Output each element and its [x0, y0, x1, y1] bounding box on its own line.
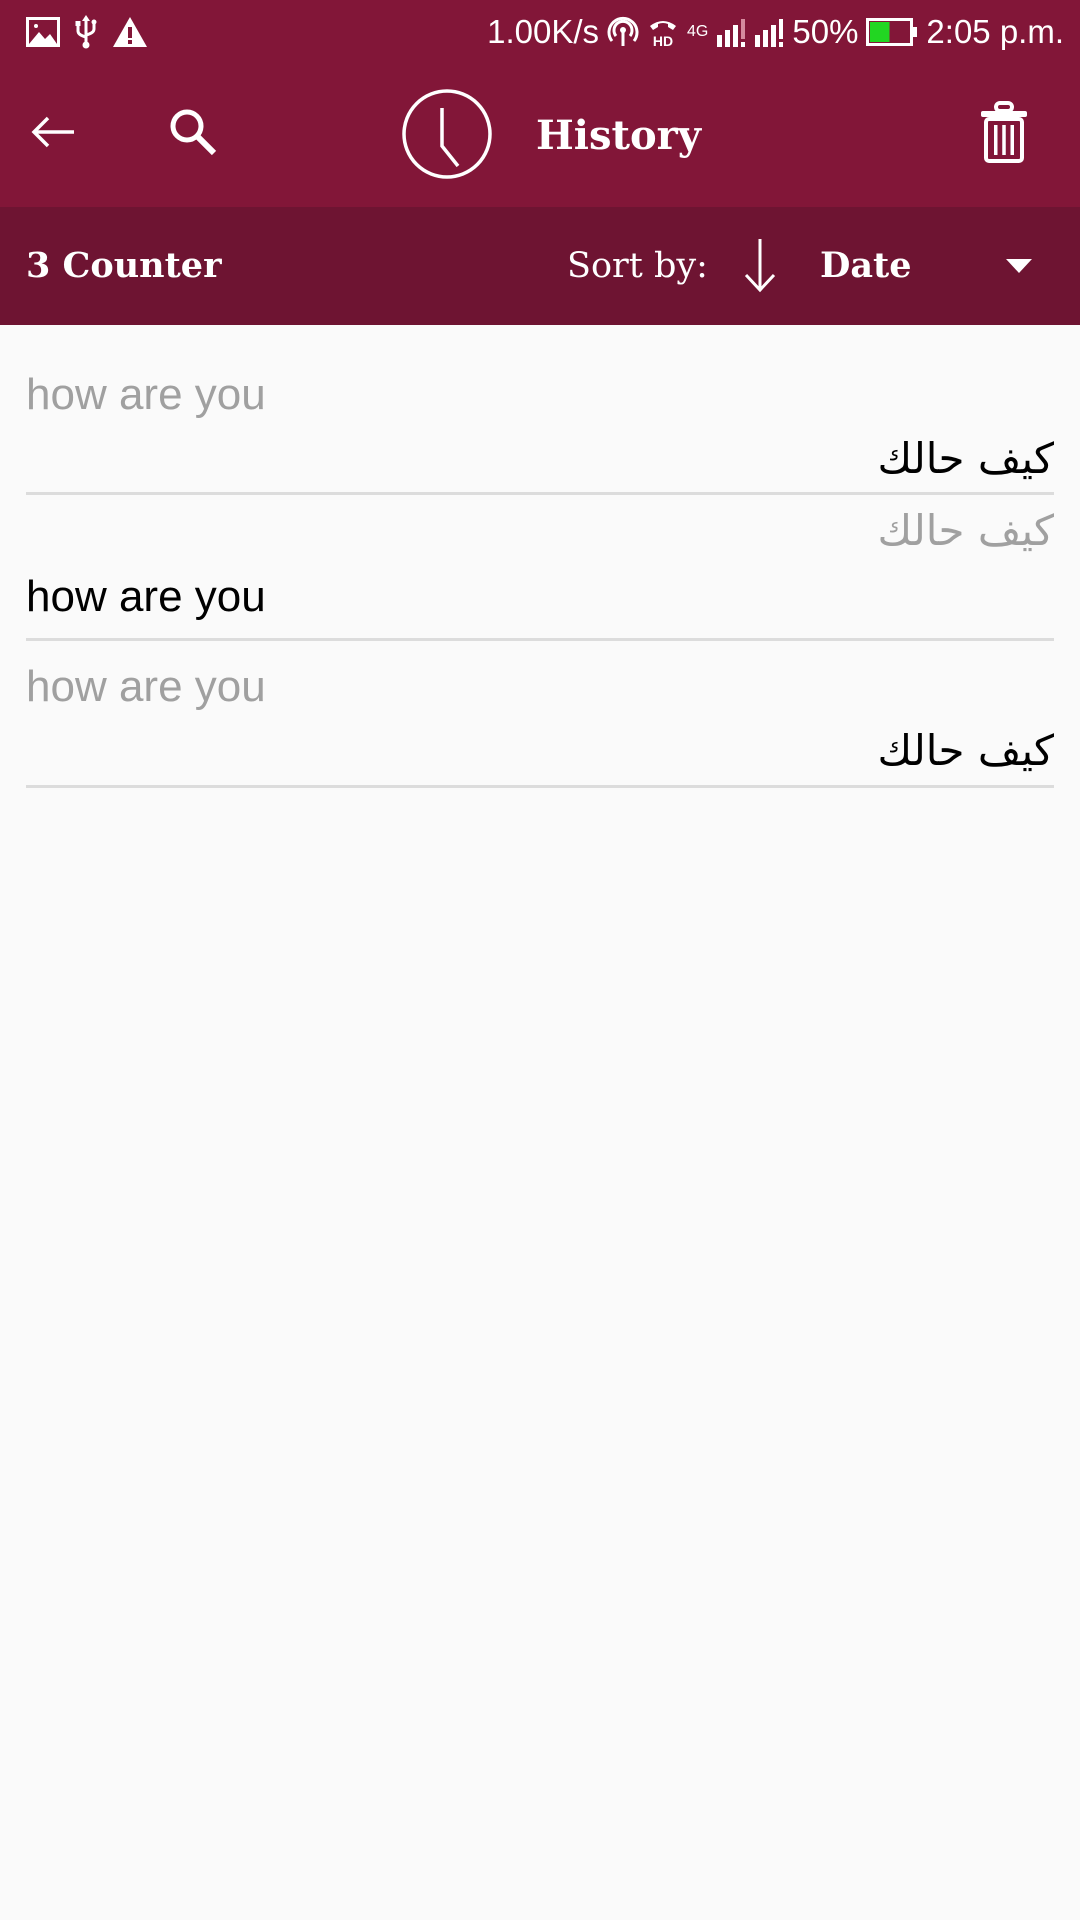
arrow-down-icon: [735, 239, 785, 299]
sim1-signal-icon: [716, 17, 746, 47]
history-item-translation: how are you: [26, 572, 266, 621]
history-item-source: how are you: [26, 662, 266, 711]
sort-bar: 3 Counter Sort by: Date: [0, 207, 1080, 325]
notification-icons: [26, 14, 148, 50]
trash-icon: [979, 100, 1029, 168]
usb-icon: [74, 15, 98, 49]
battery-icon: [866, 18, 918, 46]
sort-selected-value: Date: [820, 245, 912, 286]
history-item[interactable]: how are you كيف حالك: [26, 641, 1054, 788]
clock-icon: [401, 88, 493, 180]
clock-time: 2:05 p.m.: [926, 13, 1064, 50]
arrow-left-icon: [30, 114, 78, 155]
network-type: 4G: [687, 23, 709, 40]
search-button[interactable]: [157, 98, 229, 170]
hd-voice-icon: HD: [647, 16, 679, 48]
delete-history-button[interactable]: [968, 98, 1040, 170]
dropdown-caret-icon: [1006, 259, 1032, 273]
back-button[interactable]: [18, 98, 90, 170]
history-list: how are you كيف حالك كيف حالك how are yo…: [26, 325, 1054, 788]
history-item-source: كيف حالك: [877, 506, 1054, 555]
sort-by-dropdown[interactable]: Date: [805, 235, 1045, 297]
search-icon: [168, 107, 218, 162]
hotspot-icon: [607, 16, 639, 48]
history-item-source: how are you: [26, 370, 266, 419]
history-item[interactable]: كيف حالك how are you: [26, 495, 1054, 641]
warning-icon: [112, 16, 148, 48]
page-title: History: [536, 112, 701, 159]
battery-fill: [870, 22, 890, 42]
sort-label: Sort by:: [567, 246, 708, 286]
network-speed: 1.00K/s: [487, 13, 600, 50]
history-item-translation: كيف حالك: [877, 726, 1054, 775]
app-bar: History: [0, 68, 1080, 207]
system-indicators: 1.00K/s HD 4G 50% 2:05 p.m.: [487, 10, 1064, 54]
sim2-signal-icon: [754, 17, 784, 47]
history-counter: 3 Counter: [26, 245, 222, 286]
status-bar: 1.00K/s HD 4G 50% 2:05 p.m.: [0, 0, 1080, 68]
image-icon: [26, 17, 60, 47]
sort-direction-toggle[interactable]: [735, 235, 785, 295]
history-item[interactable]: how are you كيف حالك: [26, 325, 1054, 495]
svg-text:HD: HD: [653, 33, 673, 48]
battery-percent: 50%: [792, 13, 859, 50]
history-item-translation: كيف حالك: [877, 434, 1054, 483]
